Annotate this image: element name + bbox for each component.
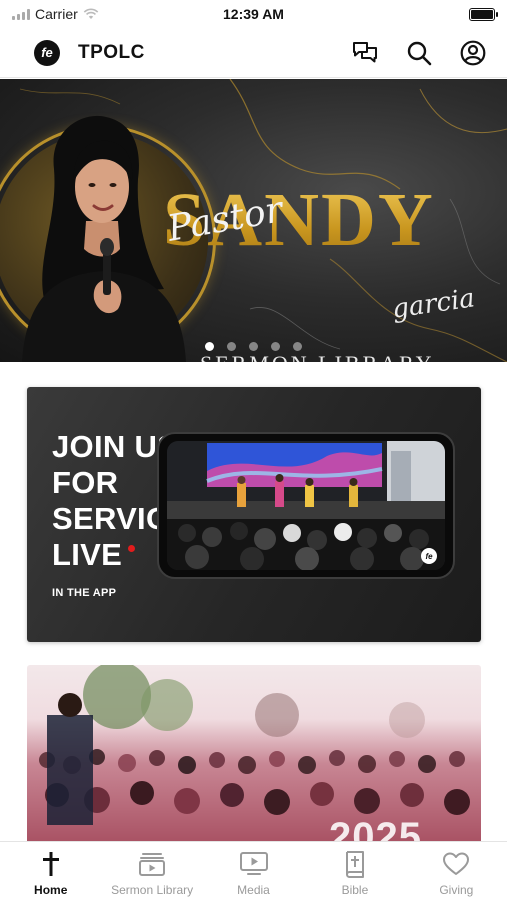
join-live-card[interactable]: JOIN US FOR SERVICE LIVE IN THE APP fe xyxy=(27,387,481,642)
chat-bubbles-icon xyxy=(353,41,377,62)
carousel-dot[interactable] xyxy=(227,342,236,351)
carousel-dots xyxy=(205,342,302,351)
tab-bible[interactable]: Bible xyxy=(304,842,405,900)
tab-label: Giving xyxy=(439,883,474,897)
account-icon xyxy=(460,40,486,65)
live-word: LIVE xyxy=(52,537,123,572)
account-button[interactable] xyxy=(457,37,489,69)
tab-giving[interactable]: Giving xyxy=(406,842,507,900)
phone-screen: fe xyxy=(167,441,445,570)
cross-icon xyxy=(36,850,66,878)
bottom-tab-bar: Home Sermon Library Media Bible Giving xyxy=(0,841,507,900)
app-logo[interactable]: fe xyxy=(34,39,60,66)
tab-label: Sermon Library xyxy=(111,883,194,897)
outreach-event-card[interactable]: 2025 xyxy=(27,665,481,845)
phone-mockup: fe xyxy=(157,432,455,579)
carousel-dot[interactable] xyxy=(249,342,258,351)
battery-icon xyxy=(469,7,498,21)
hero-banner[interactable]: SANDY Pastor garcia SERMON LIBRARY xyxy=(0,79,507,362)
app-header: fe TPOLC xyxy=(0,28,507,78)
tab-home[interactable]: Home xyxy=(0,842,101,900)
carrier-label: Carrier xyxy=(35,6,78,22)
worship-stage-image xyxy=(167,441,445,570)
heart-icon xyxy=(441,850,471,878)
video-library-icon xyxy=(137,850,167,878)
tab-sermon-library[interactable]: Sermon Library xyxy=(101,842,202,900)
signal-icon xyxy=(12,8,30,20)
status-bar: Carrier 12:39 AM xyxy=(0,0,507,28)
app-title: TPOLC xyxy=(78,41,145,63)
chat-button[interactable] xyxy=(349,37,381,69)
tab-label: Home xyxy=(34,883,68,897)
bible-icon xyxy=(340,850,370,878)
search-button[interactable] xyxy=(403,37,435,69)
carousel-dot[interactable] xyxy=(271,342,280,351)
tv-play-icon xyxy=(239,850,269,878)
search-icon xyxy=(407,41,432,65)
tab-label: Bible xyxy=(341,883,369,897)
wifi-icon xyxy=(83,8,99,19)
tab-label: Media xyxy=(237,883,270,897)
carousel-dot[interactable] xyxy=(205,342,214,351)
live-indicator-dot xyxy=(128,545,136,552)
banner-subtitle: SERMON LIBRARY xyxy=(200,351,435,362)
status-left: Carrier xyxy=(12,6,99,22)
tab-media[interactable]: Media xyxy=(203,842,304,900)
carousel-dot[interactable] xyxy=(293,342,302,351)
header-actions xyxy=(349,37,489,69)
live-subheading: IN THE APP xyxy=(52,587,117,599)
phone-watermark: fe xyxy=(421,548,437,564)
